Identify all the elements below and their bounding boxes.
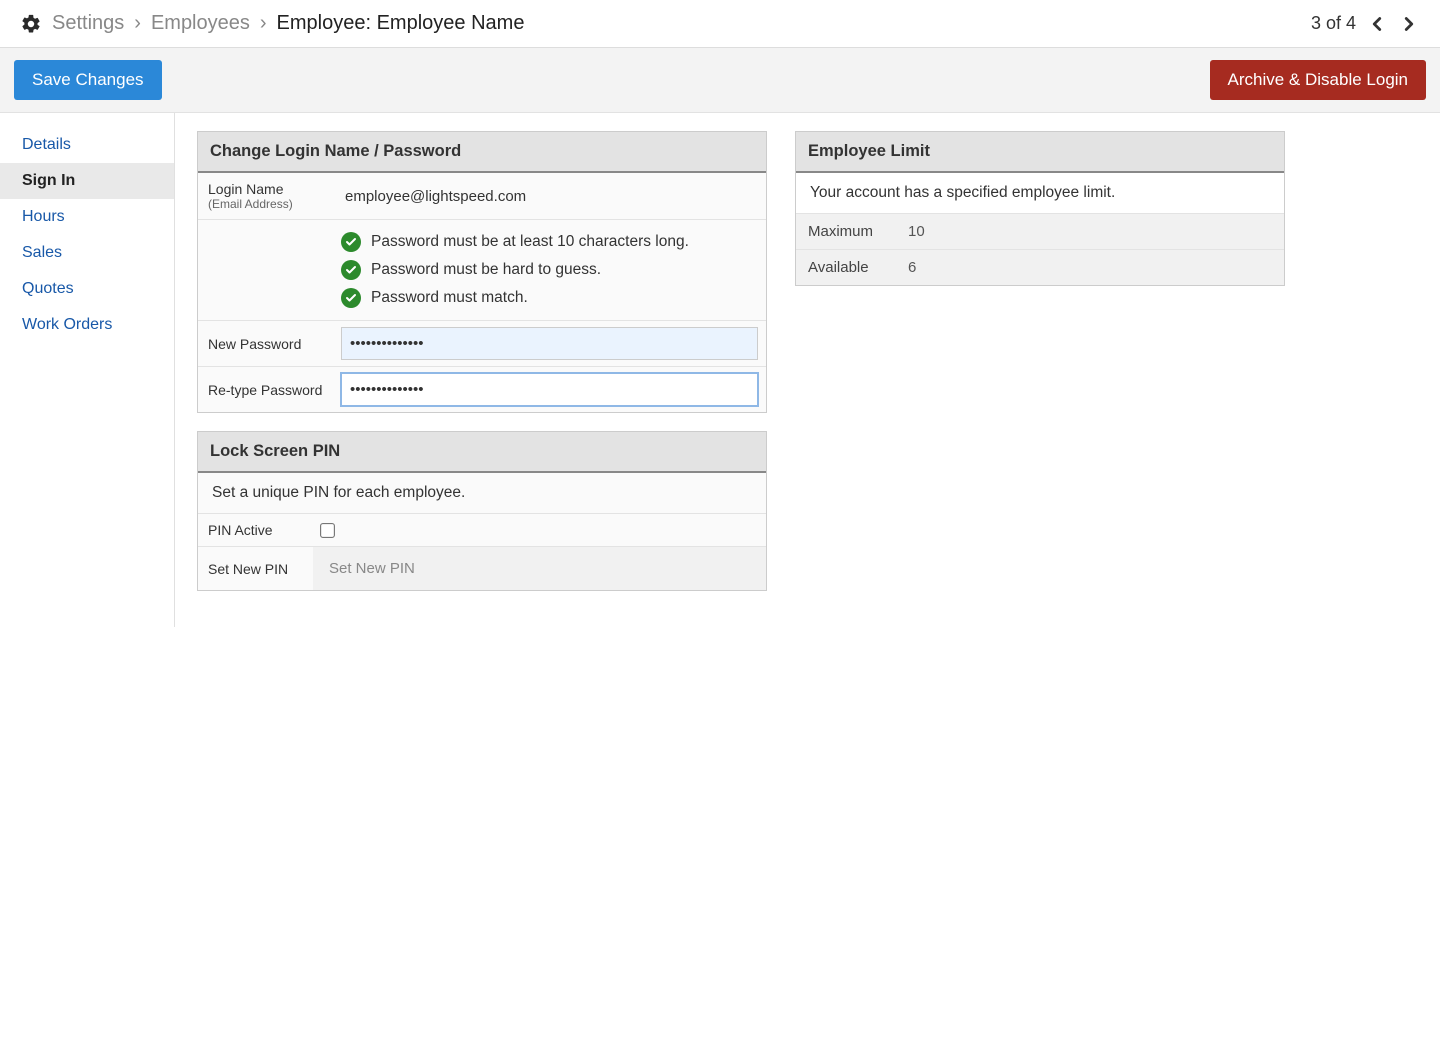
- sidebar: Details Sign In Hours Sales Quotes Work …: [0, 113, 175, 627]
- limit-max-label: Maximum: [796, 214, 896, 249]
- sidebar-item-signin[interactable]: Sign In: [0, 163, 174, 199]
- check-icon: [341, 288, 361, 308]
- login-name-sublabel: (Email Address): [208, 197, 323, 211]
- limit-panel-subtitle: Your account has a specified employee li…: [796, 173, 1284, 214]
- set-new-pin-input[interactable]: [321, 553, 758, 584]
- breadcrumb: Settings › Employees › Employee: Employe…: [20, 12, 524, 35]
- gear-icon: [20, 13, 42, 35]
- limit-panel: Employee Limit Your account has a specif…: [795, 131, 1285, 286]
- archive-button[interactable]: Archive & Disable Login: [1210, 60, 1426, 100]
- breadcrumb-current: Employee: Employee Name: [277, 12, 525, 35]
- limit-avail-row: Available 6: [796, 250, 1284, 285]
- login-name-label: Login Name (Email Address): [198, 173, 333, 219]
- pager-text: 3 of 4: [1311, 13, 1356, 34]
- breadcrumb-employees[interactable]: Employees: [151, 12, 250, 35]
- sidebar-item-details[interactable]: Details: [0, 127, 174, 163]
- pager-next-button[interactable]: [1398, 13, 1420, 35]
- pager: 3 of 4: [1311, 13, 1420, 35]
- left-column: Change Login Name / Password Login Name …: [197, 131, 767, 609]
- limit-max-row: Maximum 10: [796, 214, 1284, 250]
- rule-length-text: Password must be at least 10 characters …: [371, 233, 689, 251]
- new-password-input[interactable]: [341, 327, 758, 360]
- right-column: Employee Limit Your account has a specif…: [795, 131, 1285, 304]
- sidebar-item-quotes[interactable]: Quotes: [0, 271, 174, 307]
- pin-panel-subtitle: Set a unique PIN for each employee.: [198, 473, 766, 514]
- password-rules: Password must be at least 10 characters …: [341, 226, 689, 314]
- password-rules-row: Password must be at least 10 characters …: [198, 220, 766, 321]
- pager-prev-button[interactable]: [1366, 13, 1388, 35]
- retype-password-label: Re-type Password: [198, 367, 333, 412]
- sidebar-item-hours[interactable]: Hours: [0, 199, 174, 235]
- login-panel: Change Login Name / Password Login Name …: [197, 131, 767, 413]
- rule-hard: Password must be hard to guess.: [341, 260, 689, 280]
- rule-hard-text: Password must be hard to guess.: [371, 261, 601, 279]
- check-icon: [341, 232, 361, 252]
- limit-avail-value: 6: [896, 250, 1284, 285]
- pin-panel-title: Lock Screen PIN: [198, 432, 766, 473]
- chevron-right-icon: ›: [134, 12, 141, 35]
- new-password-row: New Password: [198, 321, 766, 367]
- pin-active-row: PIN Active: [198, 514, 766, 547]
- sidebar-item-sales[interactable]: Sales: [0, 235, 174, 271]
- rule-match-text: Password must match.: [371, 289, 528, 307]
- pin-panel: Lock Screen PIN Set a unique PIN for eac…: [197, 431, 767, 591]
- topbar: Settings › Employees › Employee: Employe…: [0, 0, 1440, 48]
- pin-active-checkbox[interactable]: [320, 523, 335, 538]
- login-name-label-text: Login Name: [208, 181, 323, 197]
- content: Change Login Name / Password Login Name …: [175, 113, 1440, 627]
- new-password-label: New Password: [198, 321, 333, 366]
- breadcrumb-settings[interactable]: Settings: [52, 12, 124, 35]
- chevron-right-icon: ›: [260, 12, 267, 35]
- pin-active-label: PIN Active: [198, 514, 313, 546]
- retype-password-row: Re-type Password: [198, 367, 766, 412]
- login-panel-title: Change Login Name / Password: [198, 132, 766, 173]
- rule-length: Password must be at least 10 characters …: [341, 232, 689, 252]
- login-name-row: Login Name (Email Address): [198, 173, 766, 220]
- set-new-pin-row: Set New PIN: [198, 547, 766, 590]
- rule-match: Password must match.: [341, 288, 689, 308]
- login-name-input[interactable]: [341, 181, 758, 212]
- set-new-pin-label: Set New PIN: [198, 547, 313, 590]
- limit-panel-title: Employee Limit: [796, 132, 1284, 173]
- save-button[interactable]: Save Changes: [14, 60, 162, 100]
- check-icon: [341, 260, 361, 280]
- limit-avail-label: Available: [796, 250, 896, 285]
- sidebar-item-workorders[interactable]: Work Orders: [0, 307, 174, 343]
- actionbar: Save Changes Archive & Disable Login: [0, 48, 1440, 113]
- retype-password-input[interactable]: [341, 373, 758, 406]
- main: Details Sign In Hours Sales Quotes Work …: [0, 113, 1440, 627]
- limit-max-value: 10: [896, 214, 1284, 249]
